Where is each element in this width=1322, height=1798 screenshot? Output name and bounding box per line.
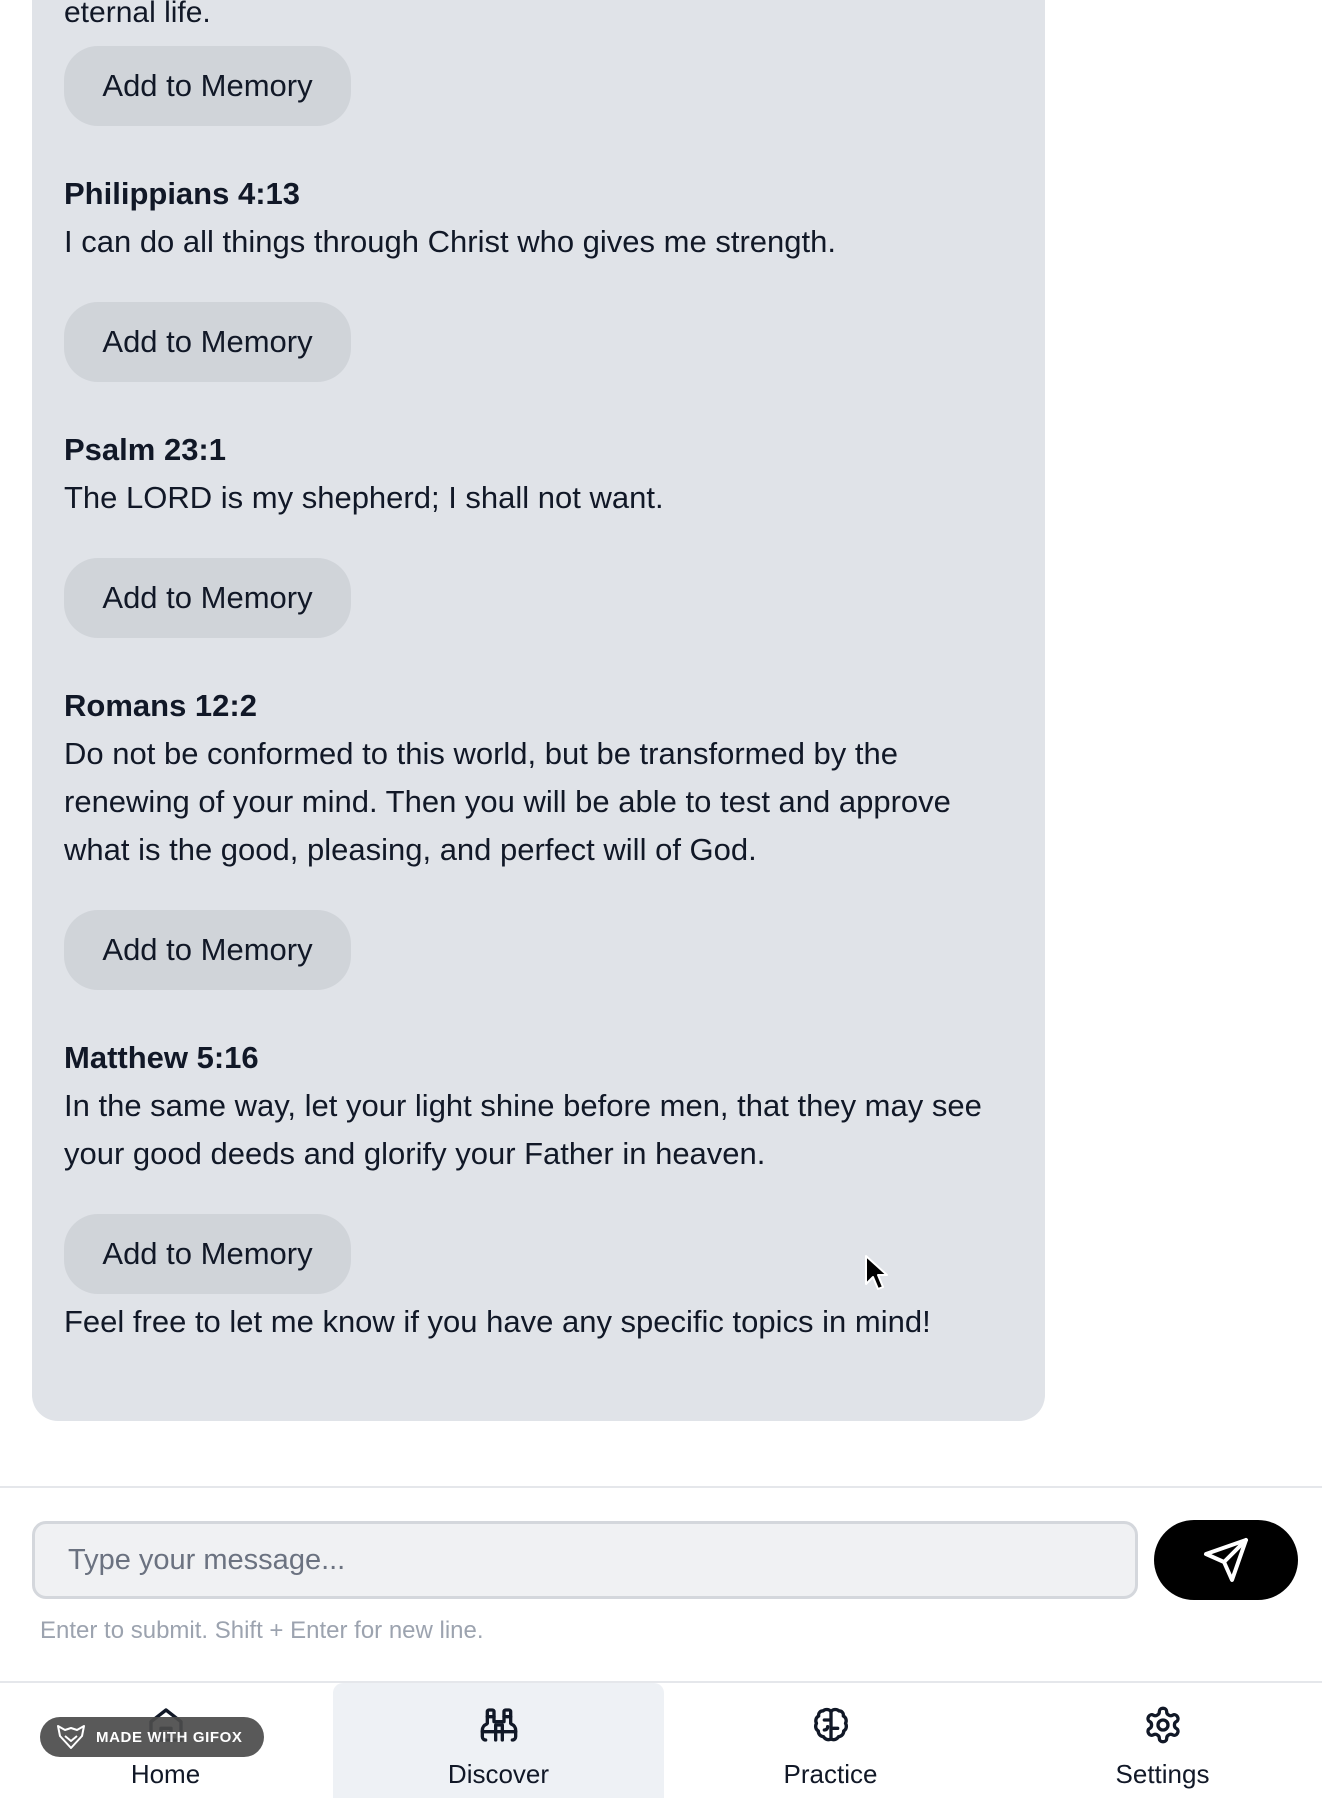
nav-item-practice[interactable]: Practice xyxy=(665,1683,996,1798)
add-to-memory-button[interactable]: Add to Memory xyxy=(64,558,351,638)
verse-reference: Psalm 23:1 xyxy=(64,432,226,467)
brain-icon xyxy=(809,1703,853,1747)
add-to-memory-button[interactable]: Add to Memory xyxy=(64,910,351,990)
nav-item-settings[interactable]: Settings xyxy=(997,1683,1322,1798)
composer-divider xyxy=(0,1486,1322,1488)
nav-label: Settings xyxy=(1115,1759,1210,1789)
composer-hint: Enter to submit. Shift + Enter for new l… xyxy=(40,1617,484,1644)
gifox-watermark: MADE WITH GIFOX xyxy=(40,1717,264,1757)
chat-area: eternal life. Add to Memory Philippians … xyxy=(0,0,1322,1486)
mouse-cursor-icon xyxy=(865,1255,888,1290)
add-to-memory-button[interactable]: Add to Memory xyxy=(64,1214,351,1294)
gear-icon xyxy=(1141,1703,1185,1747)
send-icon xyxy=(1204,1538,1248,1582)
verse-item: Romans 12:2 Do not be conformed to this … xyxy=(64,682,1013,874)
binoculars-icon xyxy=(477,1703,521,1747)
verse-text: The LORD is my shepherd; I shall not wan… xyxy=(64,480,664,515)
verse-reference: Romans 12:2 xyxy=(64,688,257,723)
verse-text: Do not be conformed to this world, but b… xyxy=(64,736,951,867)
fox-icon xyxy=(57,1725,85,1749)
nav-label: Practice xyxy=(783,1759,878,1789)
verse-reference: Matthew 5:16 xyxy=(64,1040,259,1075)
verse-text: I can do all things through Christ who g… xyxy=(64,224,836,259)
add-to-memory-button[interactable]: Add to Memory xyxy=(64,302,351,382)
nav-label: Home xyxy=(130,1759,201,1789)
send-button[interactable] xyxy=(1154,1520,1298,1600)
verse-item: Psalm 23:1 The LORD is my shepherd; I sh… xyxy=(64,426,1013,522)
message-text-partial: eternal life. xyxy=(64,0,211,29)
closing-text: Feel free to let me know if you have any… xyxy=(64,1304,931,1339)
assistant-message-bubble: eternal life. Add to Memory Philippians … xyxy=(32,0,1045,1421)
message-input[interactable] xyxy=(32,1521,1138,1599)
verse-text: In the same way, let your light shine be… xyxy=(64,1088,982,1171)
verse-item: Matthew 5:16 In the same way, let your l… xyxy=(64,1034,1013,1178)
add-to-memory-button[interactable]: Add to Memory xyxy=(64,46,351,126)
nav-item-discover[interactable]: Discover xyxy=(333,1683,664,1798)
verse-reference: Philippians 4:13 xyxy=(64,176,301,211)
watermark-text: MADE WITH GIFOX xyxy=(96,1728,243,1746)
verse-item: Philippians 4:13 I can do all things thr… xyxy=(64,170,1013,266)
nav-label: Discover xyxy=(447,1759,550,1789)
